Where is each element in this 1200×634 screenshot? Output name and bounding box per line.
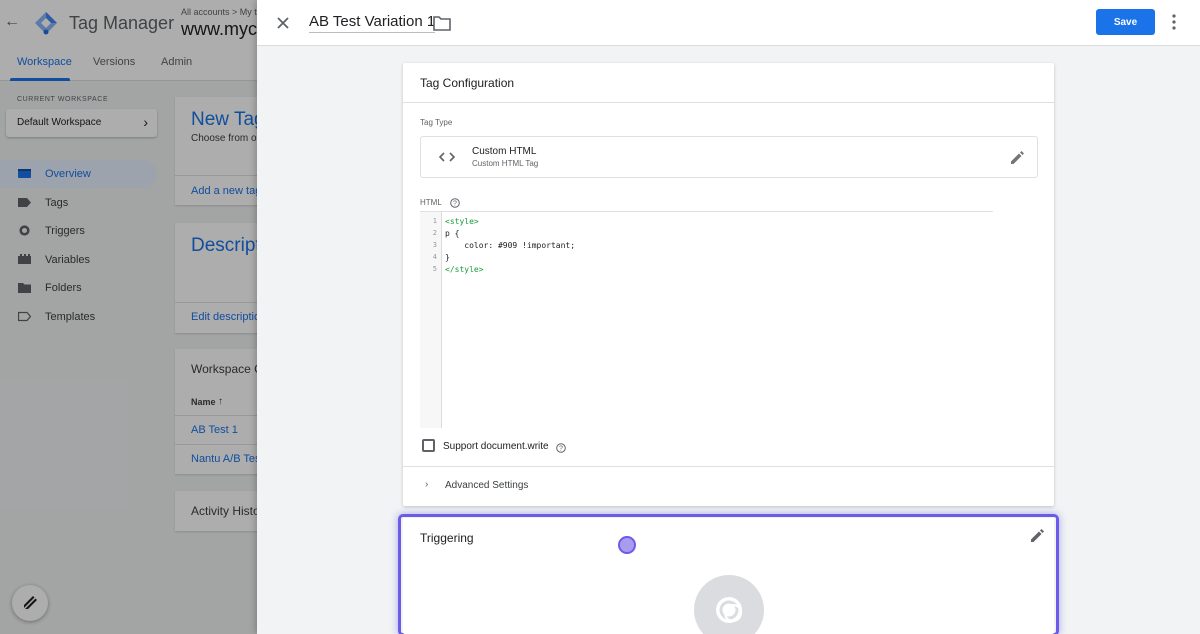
tag-type-label: Tag Type	[420, 118, 453, 127]
html-code-editor[interactable]: 1 2 3 4 5 <style> p { color: #909 !impor…	[420, 211, 993, 428]
pencil-icon[interactable]	[1030, 528, 1045, 543]
svg-text:?: ?	[559, 446, 563, 453]
support-document-write-label[interactable]: Support document.write	[443, 441, 549, 452]
divider	[403, 466, 1054, 467]
help-icon[interactable]: ?	[450, 198, 460, 208]
line-number: 1	[432, 217, 437, 225]
support-document-write-checkbox[interactable]	[422, 439, 435, 452]
line-number: 4	[432, 253, 437, 261]
line-number-gutter: 1 2 3 4 5	[420, 212, 442, 428]
trigger-placeholder[interactable]	[694, 575, 764, 634]
tag-type-name: Custom HTML	[472, 146, 537, 157]
code-line: p {	[445, 229, 460, 238]
tag-editor-sheet: AB Test Variation 1 Save Tag Configurati…	[257, 0, 1200, 634]
tag-configuration-card: Tag Configuration Tag Type Custom HTML C…	[403, 63, 1054, 506]
tag-name-field[interactable]: AB Test Variation 1	[309, 13, 436, 33]
help-icon[interactable]: ?	[556, 443, 566, 453]
code-line: color: #909 !important;	[445, 241, 576, 250]
code-icon	[439, 152, 455, 162]
close-icon[interactable]	[274, 14, 292, 32]
cursor-indicator	[618, 536, 636, 554]
more-vert-icon[interactable]	[1168, 13, 1180, 31]
pencil-icon[interactable]	[1010, 150, 1025, 165]
code-line: </style>	[445, 265, 484, 274]
sheet-header: AB Test Variation 1 Save	[257, 0, 1200, 46]
line-number: 2	[432, 229, 437, 237]
trigger-icon	[716, 597, 742, 623]
chevron-right-icon[interactable]: ›	[425, 479, 428, 490]
tag-type-description: Custom HTML Tag	[472, 159, 539, 168]
triggering-card[interactable]: Triggering	[403, 518, 1054, 634]
advanced-settings-toggle[interactable]: Advanced Settings	[445, 480, 528, 491]
save-button[interactable]: Save	[1096, 9, 1155, 35]
folder-icon[interactable]	[433, 15, 451, 31]
tag-configuration-title: Tag Configuration	[420, 76, 515, 90]
line-number: 3	[432, 241, 437, 249]
html-label: HTML	[420, 198, 442, 207]
code-line: }	[445, 253, 450, 262]
divider	[403, 102, 1054, 103]
code-line: <style>	[445, 217, 479, 226]
tag-type-selector[interactable]: Custom HTML Custom HTML Tag	[420, 136, 1038, 178]
svg-text:?: ?	[453, 201, 457, 208]
triggering-title: Triggering	[420, 531, 474, 545]
line-number: 5	[432, 265, 437, 273]
